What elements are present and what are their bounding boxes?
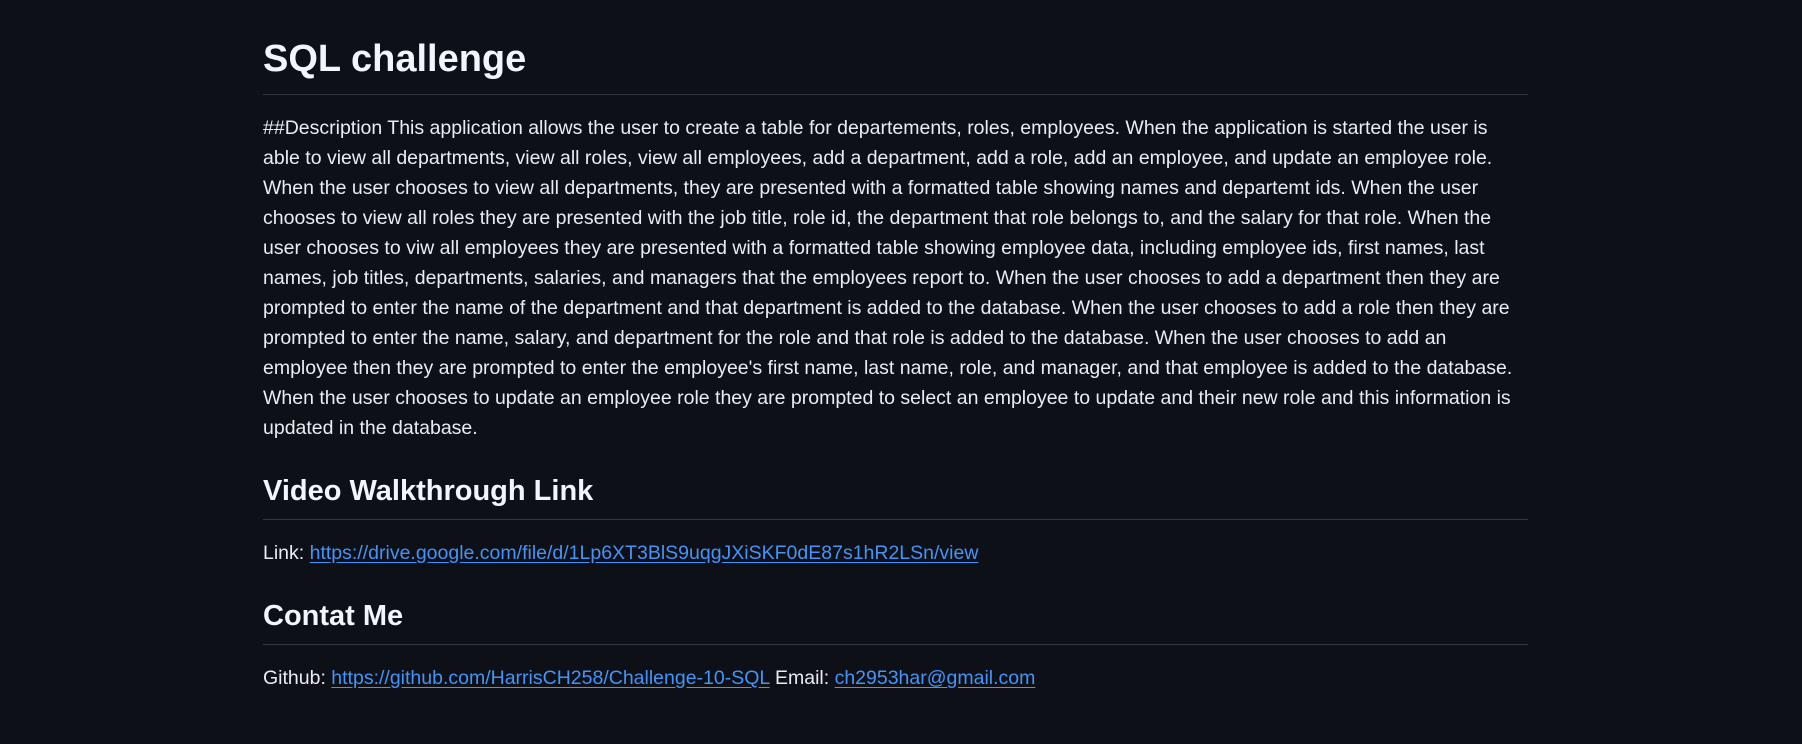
video-walkthrough-link[interactable]: https://drive.google.com/file/d/1Lp6XT3B… (310, 542, 979, 564)
contact-heading: Contat Me (263, 596, 1528, 645)
github-link[interactable]: https://github.com/HarrisCH258/Challenge… (331, 667, 769, 689)
email-link[interactable]: ch2953har@gmail.com (835, 667, 1036, 689)
email-label: Email: (774, 667, 830, 689)
description-paragraph: ##Description This application allows th… (263, 117, 1513, 439)
page-title: SQL challenge (263, 0, 1528, 95)
github-label: Github: (263, 667, 326, 689)
readme-content: SQL challenge ##Description This applica… (263, 0, 1528, 693)
contact-paragraph: Github: https://github.com/HarrisCH258/C… (263, 663, 1528, 693)
video-link-paragraph: Link: https://drive.google.com/file/d/1L… (263, 538, 1528, 568)
video-walkthrough-heading: Video Walkthrough Link (263, 471, 1528, 520)
video-link-label: Link: (263, 542, 305, 564)
